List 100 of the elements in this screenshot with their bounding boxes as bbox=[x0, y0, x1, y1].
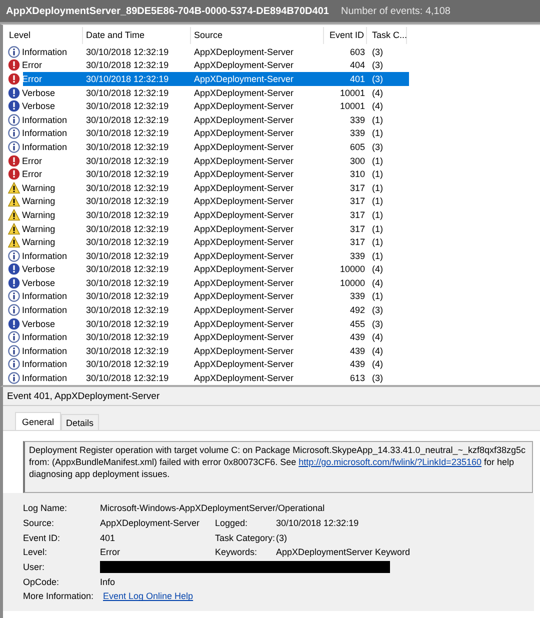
source-cell-text: AppXDeployment-Server bbox=[193, 128, 295, 138]
event-id-cell-text: 455 bbox=[348, 318, 366, 329]
level-text: Information bbox=[22, 373, 68, 384]
event-row[interactable]: Information 30/10/2018 12:32:19 AppXDeployment-Server 613 (3) bbox=[6, 371, 409, 385]
info-icon bbox=[8, 114, 20, 126]
level-text: Information bbox=[22, 142, 68, 152]
field-label: Keywords: bbox=[215, 547, 258, 558]
source-cell-text: AppXDeployment-Server bbox=[193, 291, 295, 302]
exclamation-icon bbox=[8, 276, 20, 289]
date-cell-text: 30/10/2018 12:32:19 bbox=[85, 318, 170, 329]
level-text: Warning bbox=[22, 237, 56, 248]
field-value: Error bbox=[100, 547, 121, 558]
event-row[interactable]: Error 30/10/2018 12:32:19 AppXDeployment-Server 310 (1) bbox=[6, 167, 409, 181]
event-row[interactable]: Warning 30/10/2018 12:32:19 AppXDeployment-Server 317 (1) bbox=[6, 235, 409, 249]
date-cell-text: 30/10/2018 12:32:19 bbox=[85, 373, 170, 384]
field-value: 401 bbox=[100, 532, 116, 543]
event-id-cell-text: 339 bbox=[348, 114, 366, 125]
column-header[interactable]: Task C... bbox=[367, 27, 407, 44]
column-header[interactable]: Event ID bbox=[324, 27, 367, 44]
event-row[interactable]: Verbose 30/10/2018 12:32:19 AppXDeployment-Server 10001 (4) bbox=[6, 86, 409, 100]
date-cell-text: 30/10/2018 12:32:19 bbox=[85, 250, 170, 261]
date-cell-text: 30/10/2018 12:32:19 bbox=[85, 60, 170, 70]
source-cell-text: AppXDeployment-Server bbox=[193, 169, 295, 180]
date-cell-text: 30/10/2018 12:32:19 bbox=[85, 128, 170, 138]
task-cell-text: (3) bbox=[371, 74, 384, 84]
date-cell-text: 30/10/2018 12:32:19 bbox=[85, 142, 170, 152]
source-cell-text: AppXDeployment-Server bbox=[193, 359, 295, 370]
tab[interactable]: Details bbox=[61, 414, 99, 430]
date-cell-text: 30/10/2018 12:32:19 bbox=[85, 291, 170, 302]
task-cell-text: (3) bbox=[371, 305, 384, 316]
task-cell-text: (1) bbox=[371, 291, 384, 302]
event-row[interactable]: Warning 30/10/2018 12:32:19 AppXDeployment-Server 317 (1) bbox=[6, 180, 409, 195]
level-text: Warning bbox=[22, 224, 56, 234]
event-row[interactable]: Information 30/10/2018 12:32:19 AppXDeployment-Server 439 (4) bbox=[6, 344, 409, 358]
source-cell-text: AppXDeployment-Server bbox=[193, 250, 295, 261]
source-cell-text: AppXDeployment-Server bbox=[193, 224, 295, 234]
event-row[interactable]: Information 30/10/2018 12:32:19 AppXDeployment-Server 339 (1) bbox=[6, 290, 409, 304]
event-id-cell-text: 613 bbox=[348, 373, 366, 384]
event-count: Number of events: 4,108 bbox=[340, 6, 450, 16]
date-cell-text: 30/10/2018 12:32:19 bbox=[85, 46, 170, 57]
tab[interactable]: General bbox=[15, 412, 62, 430]
event-row[interactable]: Verbose 30/10/2018 12:32:19 AppXDeployment-Server 10001 (4) bbox=[6, 99, 409, 113]
source-cell-text: AppXDeployment-Server bbox=[193, 196, 295, 206]
level-text: Verbose bbox=[22, 88, 56, 98]
task-cell-text: (1) bbox=[371, 128, 384, 138]
date-cell-text: 30/10/2018 12:32:19 bbox=[85, 101, 170, 112]
event-id-cell-text: 10000 bbox=[338, 264, 366, 274]
event-row[interactable]: Error 30/10/2018 12:32:19 AppXDeployment-Server 300 (1) bbox=[6, 154, 409, 168]
event-row[interactable]: Information 30/10/2018 12:32:19 AppXDeployment-Server 439 (4) bbox=[6, 330, 409, 344]
exclamation-icon bbox=[8, 318, 20, 330]
task-cell-text: (1) bbox=[371, 210, 384, 220]
column-header[interactable]: Source bbox=[191, 27, 324, 44]
event-id-cell-text: 310 bbox=[348, 169, 366, 180]
date-cell-text: 30/10/2018 12:32:19 bbox=[85, 359, 170, 370]
event-row[interactable]: Verbose 30/10/2018 12:32:19 AppXDeployment-Server 455 (3) bbox=[6, 316, 409, 330]
event-row[interactable]: Information 30/10/2018 12:32:19 AppXDeployment-Server 339 (1) bbox=[6, 126, 409, 140]
event-row[interactable]: Warning 30/10/2018 12:32:19 AppXDeployment-Server 317 (1) bbox=[6, 222, 409, 236]
event-row[interactable]: Information 30/10/2018 12:32:19 AppXDeployment-Server 603 (3) bbox=[6, 45, 409, 59]
level-text: Information bbox=[22, 291, 68, 302]
event-row[interactable]: Information 30/10/2018 12:32:19 AppXDeployment-Server 492 (3) bbox=[6, 303, 409, 317]
exclamation-icon bbox=[8, 86, 20, 99]
info-icon bbox=[8, 372, 20, 384]
exclamation-icon bbox=[8, 100, 20, 112]
field-label: OpCode: bbox=[23, 576, 60, 587]
column-header[interactable]: Level bbox=[6, 27, 83, 44]
help-link[interactable]: http://go.microsoft.com/fwlink/?LinkId=235160 bbox=[298, 457, 482, 467]
field-value: 30/10/2018 12:32:19 bbox=[276, 518, 359, 528]
event-id-cell-text: 492 bbox=[348, 305, 366, 316]
event-row[interactable]: Information 30/10/2018 12:32:19 AppXDeployment-Server 439 (4) bbox=[6, 358, 409, 372]
event-row[interactable]: Warning 30/10/2018 12:32:19 AppXDeployment-Server 317 (1) bbox=[6, 208, 409, 222]
task-cell-text: (1) bbox=[371, 156, 384, 166]
event-row[interactable]: Verbose 30/10/2018 12:32:19 AppXDeployment-Server 10000 (4) bbox=[6, 262, 409, 276]
level-text: Information bbox=[22, 305, 68, 316]
level-text: Information bbox=[22, 346, 68, 356]
date-cell-text: 30/10/2018 12:32:19 bbox=[85, 88, 170, 98]
event-row[interactable]: Information 30/10/2018 12:32:19 AppXDeployment-Server 339 (1) bbox=[6, 248, 409, 262]
log-title: AppXDeploymentServer_89DE5E86-704B-0000-5374-DE894B70D401 bbox=[6, 6, 329, 16]
event-id-cell-text: 10000 bbox=[338, 278, 366, 288]
field-value: AppXDeploymentServer Keyword bbox=[276, 547, 410, 558]
field-label: Event ID: bbox=[23, 532, 62, 543]
event-row[interactable]: Warning 30/10/2018 12:32:19 AppXDeployment-Server 317 (1) bbox=[6, 194, 409, 208]
event-id-cell-text: 317 bbox=[348, 196, 366, 206]
date-cell-text: 30/10/2018 12:32:19 bbox=[85, 169, 170, 180]
source-cell-text: AppXDeployment-Server bbox=[193, 182, 295, 193]
column-header[interactable]: Date and Time bbox=[83, 27, 191, 44]
event-row[interactable]: Verbose 30/10/2018 12:32:19 AppXDeployment-Server 10000 (4) bbox=[6, 276, 409, 290]
info-icon bbox=[8, 140, 20, 153]
date-cell-text: 30/10/2018 12:32:19 bbox=[85, 264, 170, 274]
field-label: More Information: bbox=[23, 591, 95, 602]
task-cell-text: (3) bbox=[371, 46, 384, 57]
event-row[interactable]: Error 30/10/2018 12:32:19 AppXDeployment-Server 404 (3) bbox=[6, 58, 409, 72]
info-icon bbox=[8, 344, 20, 357]
date-cell-text: 30/10/2018 12:32:19 bbox=[85, 224, 170, 234]
source-cell-text: AppXDeployment-Server bbox=[193, 142, 295, 152]
event-row[interactable]: Information 30/10/2018 12:32:19 AppXDeployment-Server 339 (1) bbox=[6, 112, 409, 127]
help-link[interactable]: Event Log Online Help bbox=[103, 591, 194, 602]
error-icon bbox=[8, 59, 20, 72]
date-cell-text: 30/10/2018 12:32:19 bbox=[85, 346, 170, 356]
event-row[interactable]: Information 30/10/2018 12:32:19 AppXDeployment-Server 605 (3) bbox=[6, 140, 409, 154]
level-text: Verbose bbox=[22, 318, 56, 329]
